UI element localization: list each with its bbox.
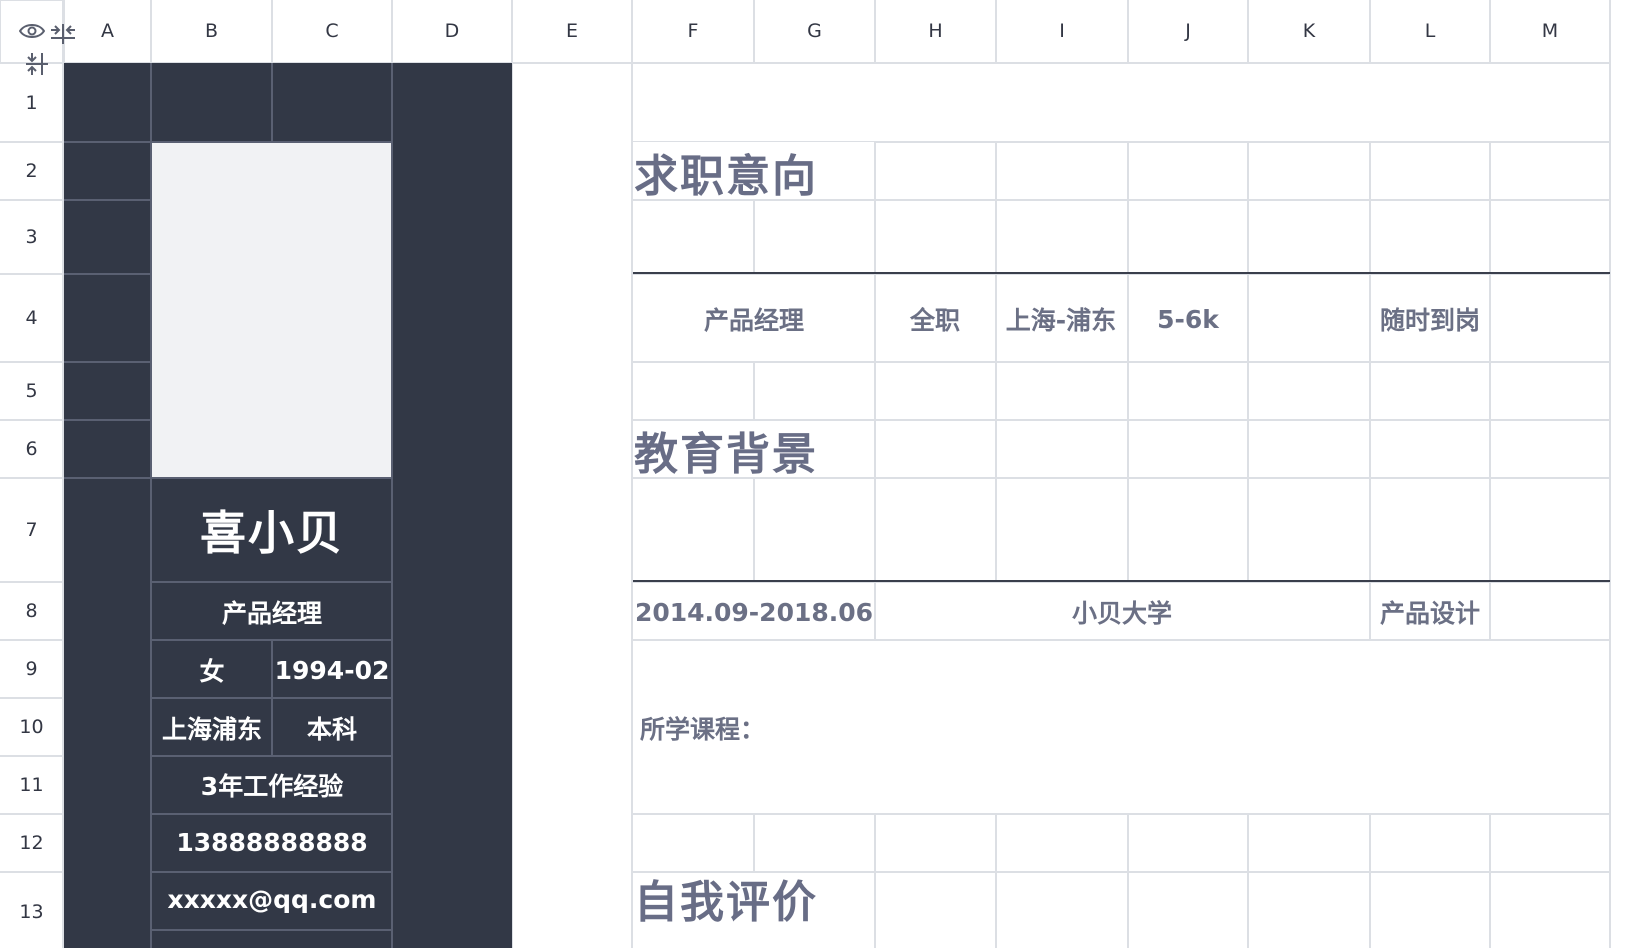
profile-name[interactable]: 喜小贝 <box>152 478 392 582</box>
sidebar-line <box>271 63 273 142</box>
row-header[interactable]: 13 <box>0 872 63 952</box>
profile-gender[interactable]: 女 <box>152 642 272 698</box>
photo-placeholder <box>151 142 392 477</box>
sidebar-line <box>64 199 151 201</box>
row-header[interactable]: 9 <box>0 640 63 698</box>
column-e-blank <box>513 63 631 952</box>
header-col-line <box>0 0 1 62</box>
sidebar-line <box>151 929 392 931</box>
section-divider <box>633 580 1610 582</box>
row-header[interactable]: 5 <box>0 362 63 420</box>
profile-location[interactable]: 上海浦东 <box>152 700 272 756</box>
column-header[interactable]: A <box>64 0 151 62</box>
row1-merged <box>633 63 1609 141</box>
row-header[interactable]: 8 <box>0 582 63 640</box>
column-header[interactable]: G <box>754 0 875 62</box>
self-eval-heading[interactable]: 自我评价 <box>634 868 874 928</box>
job-availability[interactable]: 随时到岗 <box>1370 276 1490 362</box>
row-header[interactable]: 3 <box>0 200 63 274</box>
education-school[interactable]: 小贝大学 <box>875 584 1369 640</box>
column-header[interactable]: J <box>1128 0 1248 62</box>
column-header[interactable]: I <box>996 0 1128 62</box>
sidebar-line <box>64 141 151 143</box>
profile-email[interactable]: xxxxx@qq.com <box>152 871 392 927</box>
row-header[interactable]: 1 <box>0 63 63 142</box>
row-header[interactable]: 7 <box>0 478 63 582</box>
sidebar-line <box>64 477 151 479</box>
sidebar-line <box>64 361 151 363</box>
profile-experience[interactable]: 3年工作经验 <box>152 757 392 813</box>
profile-degree[interactable]: 本科 <box>272 700 392 756</box>
spreadsheet[interactable]: ABCDEFGHIJKLM 1 2 3 4 5 6 7 8 9 10 11 12 13 喜小贝 产品经理… <box>0 0 1640 952</box>
row-header[interactable]: 12 <box>0 814 63 872</box>
profile-title[interactable]: 产品经理 <box>152 584 392 640</box>
column-header[interactable]: M <box>1490 0 1610 62</box>
grid-col-line <box>1609 0 1611 952</box>
row-header[interactable]: 2 <box>0 142 63 200</box>
sidebar-line <box>64 273 151 275</box>
profile-birth[interactable]: 1994-02 <box>272 642 392 698</box>
column-header[interactable]: L <box>1370 0 1490 62</box>
header-row-line <box>0 0 63 1</box>
column-header[interactable]: F <box>632 0 754 62</box>
bottom-margin <box>0 948 1640 952</box>
profile-phone[interactable]: 13888888888 <box>152 814 392 870</box>
column-header[interactable]: C <box>272 0 392 62</box>
education-major[interactable]: 产品设计 <box>1370 584 1490 640</box>
sidebar-line <box>64 419 151 421</box>
row-header[interactable]: 4 <box>0 274 63 362</box>
education-heading[interactable]: 教育背景 <box>634 420 874 480</box>
job-intent-heading[interactable]: 求职意向 <box>634 142 874 202</box>
row-header[interactable]: 10 <box>0 698 63 756</box>
education-courses-label[interactable]: 所学课程： <box>640 700 840 756</box>
job-position[interactable]: 产品经理 <box>634 276 874 362</box>
column-header[interactable]: H <box>875 0 996 62</box>
job-city[interactable]: 上海-浦东 <box>996 276 1126 362</box>
column-header[interactable]: E <box>512 0 632 62</box>
column-header[interactable]: K <box>1248 0 1370 62</box>
job-type[interactable]: 全职 <box>875 276 995 362</box>
section-divider <box>633 272 1610 274</box>
eye-icon[interactable] <box>18 20 46 42</box>
job-salary[interactable]: 5-6k <box>1128 276 1248 362</box>
column-header[interactable]: D <box>392 0 512 62</box>
right-margin <box>1630 0 1640 952</box>
education-period[interactable]: 2014.09-2018.06 <box>634 584 874 640</box>
column-header[interactable]: B <box>151 0 272 62</box>
row-header[interactable]: 6 <box>0 420 63 478</box>
row-header[interactable]: 11 <box>0 756 63 814</box>
